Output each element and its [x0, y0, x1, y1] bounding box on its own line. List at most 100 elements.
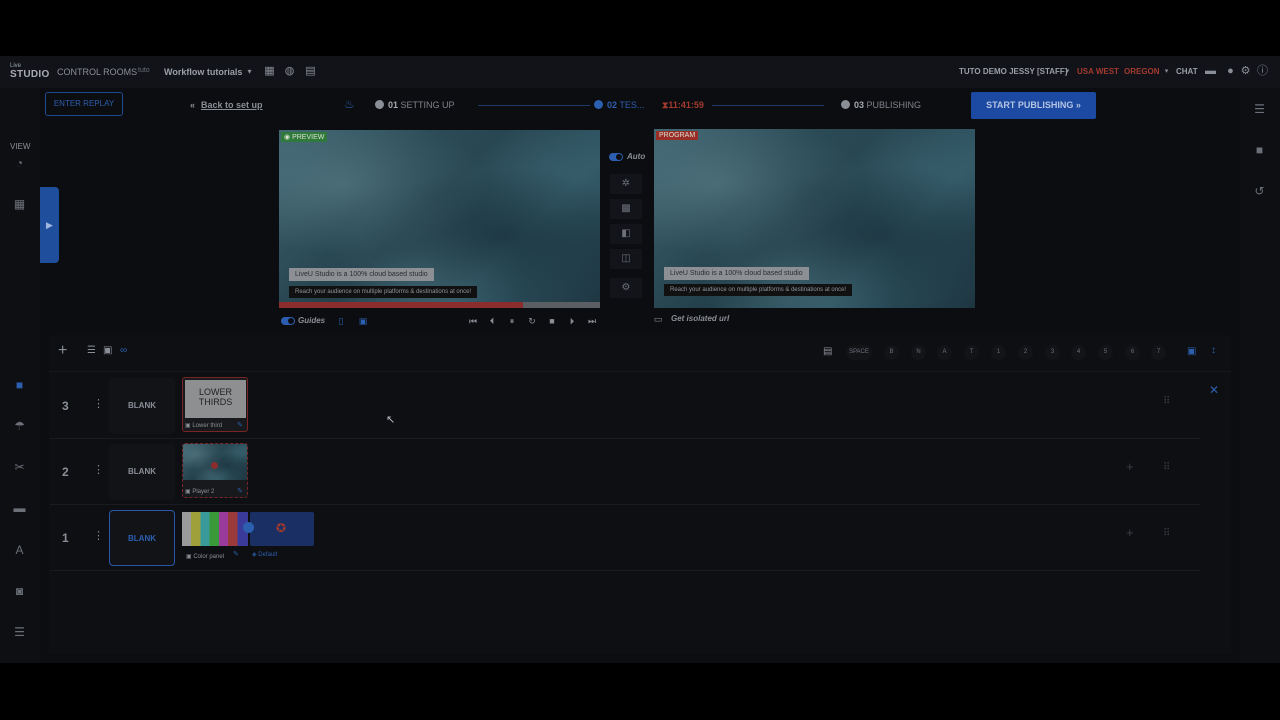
info-icon[interactable]: ⓘ [1257, 66, 1268, 77]
auto-label: Auto [627, 152, 646, 161]
scene-label[interactable]: ◈ Default [252, 551, 277, 558]
pencil-icon[interactable]: ✎ [237, 487, 243, 495]
guides-toggle[interactable] [281, 317, 295, 325]
message-icon[interactable]: ▬ [1205, 66, 1216, 77]
stack-icon[interactable]: ■ [1252, 143, 1267, 158]
shortcut-key[interactable]: 5 [1098, 345, 1113, 360]
chevron-down-icon[interactable]: ▾ [1161, 66, 1172, 77]
list-icon[interactable]: ☰ [1252, 102, 1267, 117]
program-monitor[interactable]: PROGRAM LiveU Studio is a 100% cloud bas… [654, 129, 975, 308]
add-layer-icon[interactable]: + [58, 342, 67, 360]
lightbulb-icon[interactable]: ♨ [344, 97, 355, 111]
step-publishing[interactable]: 03 PUBLISHING [841, 100, 921, 110]
zone-label[interactable]: OREGON [1124, 67, 1160, 76]
shortcut-key[interactable]: T [964, 345, 979, 360]
expand-panel-tab[interactable]: ▶ [40, 187, 59, 263]
shortcut-key[interactable]: A [937, 345, 952, 360]
skip-end-icon[interactable]: ⏭ [586, 315, 598, 327]
add-source-icon[interactable]: + [1126, 459, 1134, 474]
pencil-icon[interactable]: ✎ [233, 550, 239, 558]
shortcut-key[interactable]: 4 [1071, 345, 1086, 360]
start-publishing-button[interactable]: START PUBLISHING » [971, 92, 1096, 119]
scissors-icon[interactable]: ✂ [12, 460, 27, 475]
calendar-icon[interactable]: ▦ [264, 66, 275, 77]
layout-grid-icon[interactable]: ▦ [12, 197, 27, 212]
lower-third-source[interactable]: LOWER THIRDS ▣ Lower third ✎ [182, 377, 248, 432]
shortcut-key[interactable]: SPACE [846, 345, 872, 360]
shortcut-key[interactable]: N [911, 345, 926, 360]
scene-thumbnail[interactable]: ✪ [250, 512, 314, 546]
enter-replay-button[interactable]: ENTER REPLAY [45, 92, 123, 116]
source-label: ▣ Color panel [186, 553, 224, 560]
user-icon[interactable]: ● [1225, 66, 1236, 77]
more-vertical-icon[interactable]: ⋮ [93, 463, 104, 476]
close-icon[interactable]: ✕ [1209, 383, 1219, 397]
shortcut-key[interactable]: 7 [1151, 345, 1166, 360]
mixer-sliders-icon[interactable]: ☰ [12, 625, 27, 640]
stop-icon[interactable]: ■ [546, 315, 558, 327]
comment-icon[interactable]: ▤ [823, 346, 832, 357]
chevron-down-icon[interactable]: ▾ [1062, 66, 1073, 77]
auto-toggle[interactable] [609, 153, 623, 161]
color-bars-thumbnail[interactable] [182, 512, 248, 546]
region-label[interactable]: USA WEST [1077, 67, 1119, 76]
drag-handle-icon[interactable]: ⠿ [1163, 528, 1170, 539]
step-back-icon[interactable]: ⏴ [486, 315, 498, 327]
vertical-arrows-icon[interactable]: ↕ [1211, 345, 1216, 356]
drag-handle-icon[interactable]: ⠿ [1163, 396, 1170, 407]
blank-slot[interactable]: BLANK [109, 378, 175, 434]
undo-icon[interactable]: ↺ [1252, 184, 1267, 199]
more-vertical-icon[interactable]: ⋮ [93, 529, 104, 542]
camera-icon[interactable]: ■ [12, 378, 27, 393]
isolated-url-link[interactable]: Get isolated url [671, 314, 729, 323]
preview-monitor[interactable]: ◉ PREVIEW LiveU Studio is a 100% cloud b… [279, 130, 600, 308]
cut-transition-button[interactable]: ✲ [610, 174, 642, 194]
step-testing[interactable]: 02 TES... [594, 100, 644, 110]
mix-transition-button[interactable]: ▩ [610, 199, 642, 219]
fade-transition-button[interactable]: ◫ [610, 249, 642, 269]
replay-icon[interactable]: ↻ [526, 315, 538, 327]
shortcut-key[interactable]: 3 [1045, 345, 1060, 360]
back-to-setup-link[interactable]: « Back to set up [190, 100, 263, 110]
studio-logo[interactable]: Live STUDIO [10, 63, 49, 81]
broadcast-icon[interactable]: ☂ [12, 419, 27, 434]
chat-button[interactable]: CHAT [1176, 67, 1198, 76]
player-source[interactable]: ▣ Player 2 ✎ [182, 443, 248, 498]
comment-icon[interactable]: ▬ [12, 501, 27, 516]
dashboard-gauge-icon[interactable]: ◔ [12, 156, 27, 171]
shortcut-key[interactable]: B [884, 345, 899, 360]
control-rooms-link[interactable]: CONTROL ROOMS [57, 67, 137, 77]
blank-slot[interactable]: BLANK [109, 444, 175, 500]
globe-icon[interactable]: ◍ [284, 66, 295, 77]
align-left-icon[interactable]: ☰ [87, 345, 96, 356]
chevron-down-icon[interactable]: ▾ [244, 66, 255, 77]
transition-settings-button[interactable]: ⚙ [610, 278, 642, 298]
lock-icon[interactable]: ▣ [103, 345, 112, 356]
preview-progress-bar[interactable] [279, 302, 600, 308]
shortcut-key[interactable]: 2 [1018, 345, 1033, 360]
shortcut-key[interactable]: 6 [1125, 345, 1140, 360]
more-vertical-icon[interactable]: ⋮ [93, 397, 104, 410]
add-source-icon[interactable]: + [1126, 525, 1134, 540]
wipe-transition-button[interactable]: ◧ [610, 224, 642, 244]
pencil-icon[interactable]: ✎ [237, 421, 243, 429]
workflow-selector[interactable]: Workflow tutorials [164, 67, 242, 77]
step-forward-icon[interactable]: ⏵ [566, 315, 578, 327]
user-menu[interactable]: TUTO DEMO JESSY [STAFF] [959, 67, 1067, 76]
truck-icon[interactable]: ◙ [12, 584, 27, 599]
double-chevron-left-icon: « [190, 100, 196, 110]
skip-start-icon[interactable]: ⏮ [467, 315, 479, 327]
gear-icon[interactable]: ⚙ [1240, 66, 1251, 77]
drag-handle-icon[interactable]: ⠿ [1163, 462, 1170, 473]
step-setting-up[interactable]: 01 SETTING UP [375, 100, 455, 110]
blank-slot[interactable]: BLANK [109, 510, 175, 566]
pause-icon[interactable]: ⏸ [506, 315, 518, 327]
phone-icon[interactable]: ▯ [335, 315, 347, 327]
text-overlay-icon[interactable]: A [12, 543, 27, 558]
monitor-icon[interactable]: ▭ [652, 313, 664, 325]
copy-icon[interactable]: ▣ [1187, 346, 1196, 357]
shortcut-key[interactable]: 1 [991, 345, 1006, 360]
grid-layout-icon[interactable]: ▤ [305, 66, 316, 77]
duplicate-icon[interactable]: ▣ [357, 315, 369, 327]
link-icon[interactable]: ∞ [120, 345, 127, 356]
